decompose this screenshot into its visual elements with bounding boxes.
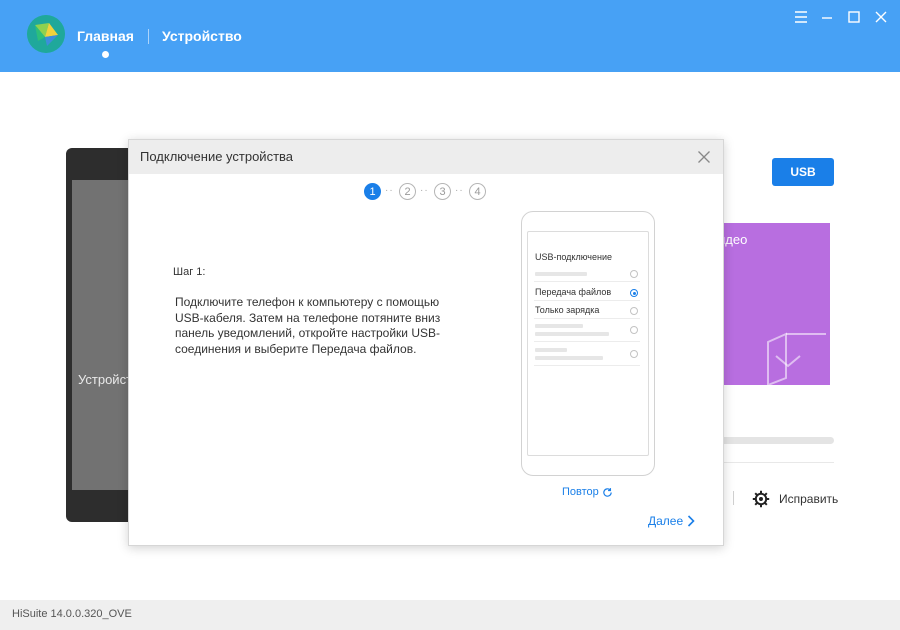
divider	[534, 318, 640, 319]
phone-screen: USB-подключение Передача файлов Только з…	[527, 231, 649, 456]
step-2: 2	[399, 183, 416, 200]
step-connector: ··	[385, 185, 394, 196]
radio-icon	[630, 307, 638, 315]
radio-checked-icon	[630, 289, 638, 297]
status-bar: HiSuite 14.0.0.320_OVE	[0, 600, 900, 630]
close-window-icon[interactable]	[871, 7, 891, 27]
refresh-icon	[603, 487, 612, 497]
step-4: 4	[469, 183, 486, 200]
step-connector: ··	[455, 185, 464, 196]
placeholder-bar	[535, 356, 603, 360]
next-button[interactable]: Далее	[648, 514, 695, 528]
hisuite-logo-icon	[27, 15, 65, 53]
next-label: Далее	[648, 514, 684, 528]
phone-option-charge: Только зарядка	[535, 305, 600, 315]
step-1: 1	[364, 183, 381, 200]
divider	[534, 365, 640, 366]
placeholder-bar	[535, 324, 583, 328]
maximize-icon[interactable]	[844, 7, 864, 27]
instruction-text: Подключите телефон к компьютеру с помощь…	[175, 295, 441, 356]
phone-usb-title: USB-подключение	[535, 252, 612, 262]
divider	[534, 300, 640, 301]
placeholder-bar	[535, 348, 567, 352]
step-indicator: 1 ·· 2 ·· 3 ·· 4	[363, 183, 493, 203]
divider	[733, 491, 734, 505]
radio-icon	[630, 326, 638, 334]
active-tab-indicator	[102, 51, 109, 58]
nav-separator	[148, 29, 149, 44]
connect-device-dialog: Подключение устройства 1 ·· 2 ·· 3 ·· 4 …	[128, 139, 724, 546]
dialog-header: Подключение устройства	[129, 140, 723, 174]
placeholder-bar	[535, 272, 587, 276]
retry-label: Повтор	[562, 486, 599, 498]
video-icon	[766, 330, 826, 387]
minimize-icon[interactable]	[817, 7, 837, 27]
version-label: HiSuite 14.0.0.320_OVE	[12, 608, 132, 620]
radio-icon	[630, 270, 638, 278]
nav-tab-device[interactable]: Устройство	[162, 28, 242, 44]
step-3: 3	[434, 183, 451, 200]
nav-tab-home[interactable]: Главная	[77, 28, 134, 44]
title-bar: Главная Устройство	[0, 0, 900, 72]
phone-option-files: Передача файлов	[535, 287, 612, 297]
fix-button-label[interactable]: Исправить	[779, 492, 838, 506]
usb-button[interactable]: USB	[772, 158, 834, 186]
step-label: Шаг 1:	[173, 266, 206, 278]
chevron-right-icon	[688, 515, 695, 527]
dialog-title: Подключение устройства	[140, 149, 294, 164]
close-icon[interactable]	[697, 150, 711, 164]
gear-icon[interactable]	[752, 490, 770, 508]
step-connector: ··	[420, 185, 429, 196]
retry-button[interactable]: Повтор	[562, 486, 613, 498]
radio-icon	[630, 350, 638, 358]
divider	[534, 281, 640, 282]
menu-icon[interactable]	[791, 7, 811, 27]
placeholder-bar	[535, 332, 609, 336]
divider	[534, 341, 640, 342]
